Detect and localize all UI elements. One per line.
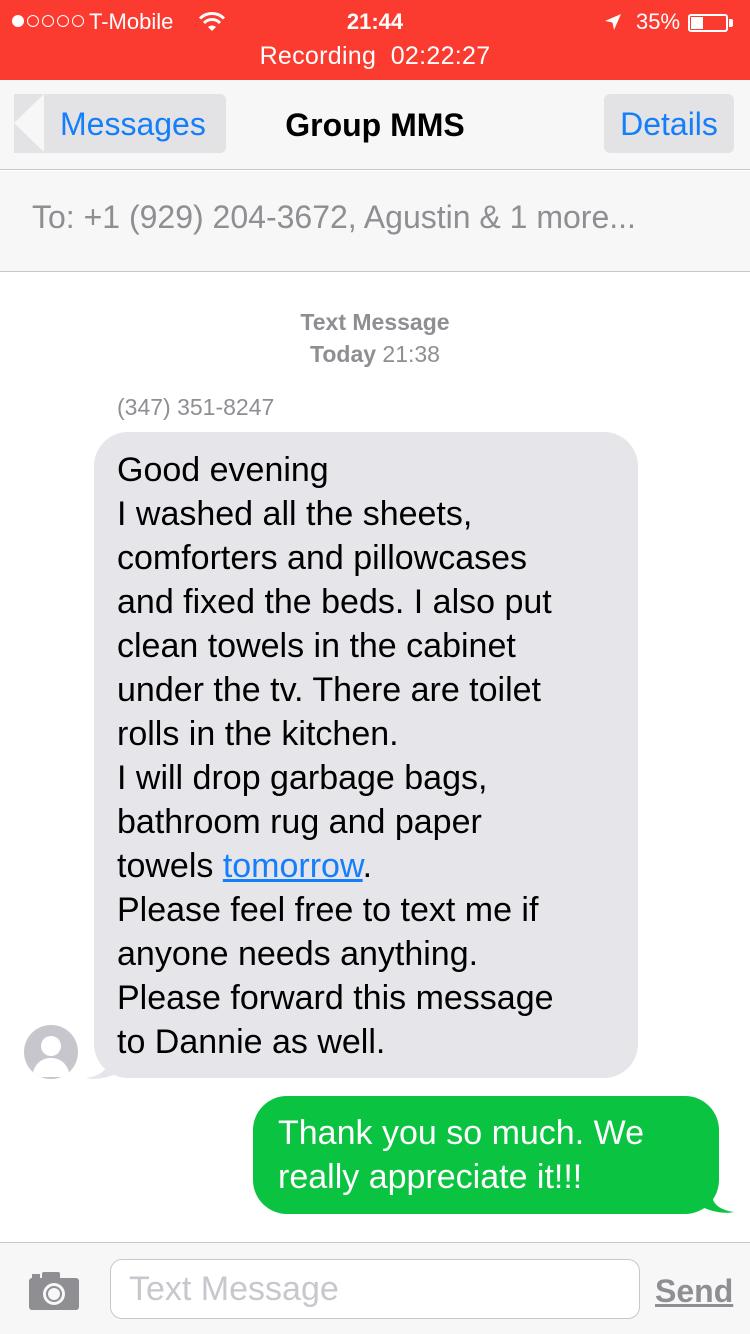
message-timestamp: Today 21:38 bbox=[0, 341, 750, 368]
sender-name: (347) 351-8247 bbox=[117, 394, 275, 420]
compose-bar: Send bbox=[0, 1242, 750, 1334]
message-line: really appreciate it!!! bbox=[278, 1158, 583, 1196]
link-prefix: towels bbox=[117, 847, 223, 885]
camera-icon[interactable] bbox=[28, 1271, 80, 1311]
details-button[interactable]: Details bbox=[604, 94, 734, 153]
incoming-message-text: Good evening I washed all the sheets, co… bbox=[117, 448, 627, 1064]
battery-tip bbox=[729, 19, 733, 27]
message-line: Please feel free to text me if bbox=[117, 891, 539, 929]
message-line: I will drop garbage bags, bbox=[117, 759, 488, 797]
date-link-tomorrow[interactable]: tomorrow bbox=[223, 847, 363, 885]
message-line: clean towels in the cabinet bbox=[117, 627, 516, 665]
message-line: Please forward this message bbox=[117, 979, 554, 1017]
battery-level bbox=[691, 17, 703, 29]
message-input[interactable] bbox=[110, 1259, 640, 1319]
timestamp-time: 21:38 bbox=[382, 341, 440, 367]
message-line: to Dannie as well. bbox=[117, 1023, 386, 1061]
link-suffix: . bbox=[362, 847, 373, 885]
recipients-bar[interactable]: To: +1 (929) 204-3672, Agustin & 1 more.… bbox=[0, 171, 750, 272]
message-line: anyone needs anything. bbox=[117, 935, 479, 973]
message-line: and fixed the beds. I also put bbox=[117, 583, 552, 621]
battery-icon bbox=[688, 14, 728, 32]
recording-indicator[interactable]: Recording 02:22:27 bbox=[0, 42, 750, 71]
recording-label: Recording bbox=[259, 42, 377, 70]
navigation-bar: Messages Group MMS Details bbox=[0, 80, 750, 170]
message-line: under the tv. There are toilet bbox=[117, 671, 541, 709]
status-row: T-Mobile 21:44 35% bbox=[0, 6, 750, 38]
recording-time: 02:22:27 bbox=[390, 42, 491, 70]
message-line: Thank you so much. We bbox=[278, 1114, 644, 1152]
avatar[interactable] bbox=[24, 1025, 78, 1079]
outgoing-message-text: Thank you so much. We really appreciate … bbox=[278, 1111, 718, 1199]
person-icon bbox=[32, 1036, 70, 1077]
message-line: Good evening bbox=[117, 451, 329, 489]
battery-percentage: 35% bbox=[636, 9, 681, 34]
status-bar: T-Mobile 21:44 35% Recording 02:22:27 bbox=[0, 0, 750, 80]
timestamp-day: Today bbox=[310, 341, 377, 367]
recipients-text: To: +1 (929) 204-3672, Agustin & 1 more.… bbox=[32, 199, 636, 235]
message-line: bathroom rug and paper bbox=[117, 803, 482, 841]
service-label: Text Message bbox=[300, 309, 450, 335]
message-line-with-link: towels tomorrow. bbox=[117, 844, 627, 888]
location-arrow-icon bbox=[605, 14, 621, 30]
details-button-label: Details bbox=[620, 106, 718, 142]
message-line: comforters and pillowcases bbox=[117, 539, 528, 577]
message-line: rolls in the kitchen. bbox=[117, 715, 399, 753]
send-button[interactable]: Send bbox=[655, 1273, 733, 1310]
message-line: I washed all the sheets, bbox=[117, 495, 473, 533]
